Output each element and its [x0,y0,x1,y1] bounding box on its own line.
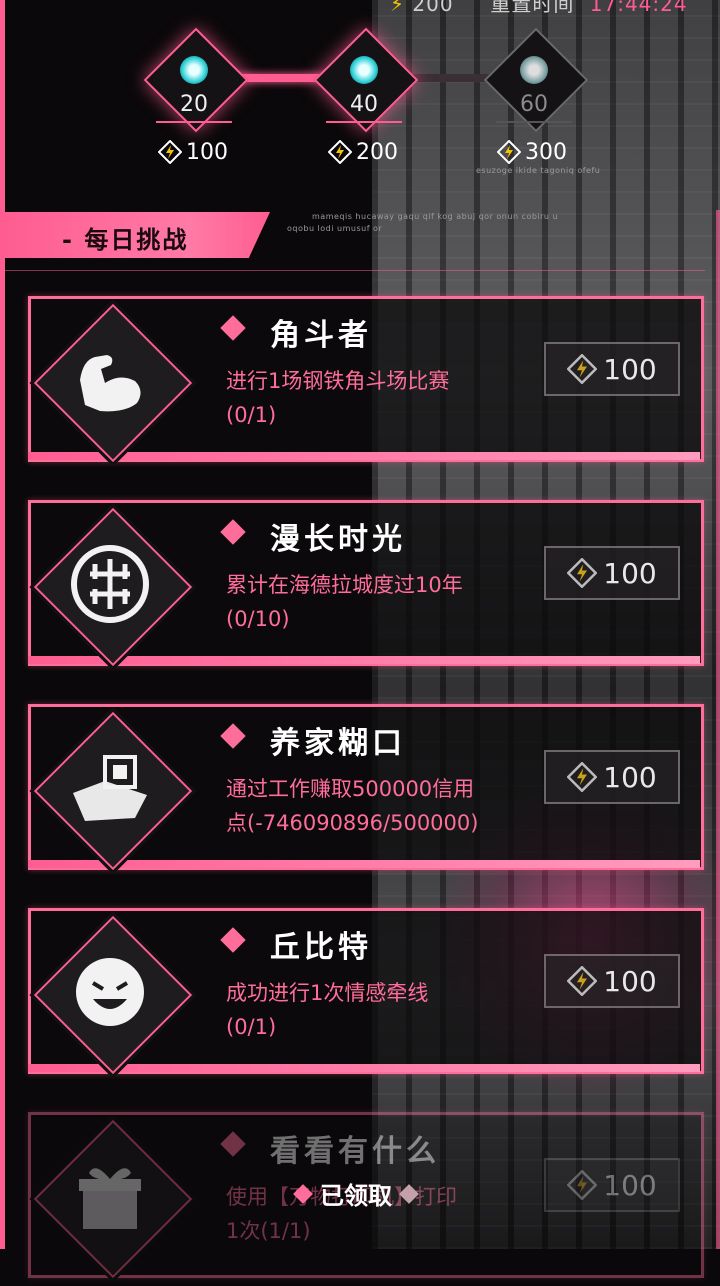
task-card[interactable]: 角斗者 进行1场钢铁角斗场比赛 (0/1) 100 [0,290,720,470]
reward-amount: 100 [603,760,657,794]
milestone-underline [156,121,232,123]
task-reward[interactable]: 100 [544,342,680,396]
task-progress: 点(-746090896/500000) [226,811,479,835]
milestone-60[interactable]: 60 [482,26,589,133]
task-progress: (0/1) [226,403,277,427]
diamond-icon [293,1183,313,1204]
reward-amount: 300 [525,139,567,165]
task-icon-frame [20,902,200,1082]
milestone-value: 20 [180,92,208,117]
reset-label: 重置时间 [490,0,575,16]
task-title: 看看有什么 [270,1134,440,1169]
claimed-label: 已领取 [320,1182,392,1210]
task-progress: (0/10) [226,607,290,631]
task-icon-frame [20,290,200,470]
laughing-face-icon [76,958,144,1026]
bolt-icon [158,140,182,164]
milestone-value: 60 [520,92,548,117]
task-title: 养家糊口 [270,726,406,761]
milestone-value: 40 [350,92,378,117]
task-reward[interactable]: 100 [544,750,680,804]
bolt-icon [567,1170,598,1200]
milestone-reward-3: 300 [497,138,567,166]
task-reward[interactable]: 100 [544,1158,680,1212]
deco-text: esuzoge ikide tagoniq ofefu [476,166,601,175]
deco-text: oqobu lodi umusuf or [287,224,383,233]
bolt-icon [567,762,598,792]
top-bolt-icon: ⚡ [390,0,406,16]
milestone-underline [326,121,402,123]
task-desc-line: 进行1场钢铁角斗场比赛 [226,369,450,393]
task-reward[interactable]: 100 [544,546,680,600]
task-description: 进行1场钢铁角斗场比赛 (0/1) [226,364,526,432]
task-progress: 1次(1/1) [226,1219,311,1243]
bolt-icon [328,140,352,164]
reward-amount: 100 [186,139,228,165]
reward-amount: 200 [356,139,398,165]
reward-amount: 100 [603,1168,657,1202]
milestone-underline [496,121,572,123]
energy-core-icon [520,56,548,84]
reward-amount: 100 [603,556,657,590]
task-reward[interactable]: 100 [544,954,680,1008]
task-title: 角斗者 [270,318,372,353]
section-title: - 每日挑战 [62,226,189,254]
section-divider [5,270,705,271]
task-icon-frame [20,698,200,878]
bolt-icon [567,558,598,588]
task-card[interactable]: 养家糊口 通过工作赚取500000信用 点(-746090896/500000)… [0,698,720,878]
energy-core-icon [180,56,208,84]
deco-text: mameqis hucaway gaqu qif kog abuj qor on… [312,212,559,221]
task-description: 成功进行1次情感牵线 (0/1) [226,976,526,1044]
milestone-reward-2: 200 [328,138,398,166]
task-title: 丘比特 [270,930,372,965]
task-progress: (0/1) [226,1015,277,1039]
longevity-seal-icon [71,545,149,623]
reward-amount: 100 [603,352,657,386]
task-icon-frame [20,494,200,674]
task-card[interactable]: 丘比特 成功进行1次情感牵线 (0/1) 100 [0,902,720,1082]
task-desc-line: 通过工作赚取500000信用 [226,777,475,801]
reset-time: 17:44:24 [589,0,688,16]
milestone-20[interactable]: 20 [142,26,249,133]
reward-amount: 100 [603,964,657,998]
bolt-icon [567,966,598,996]
top-status: ⚡ 200 重置时间 17:44:24 [390,0,688,17]
task-desc-line: 成功进行1次情感牵线 [226,981,429,1005]
top-points: 200 [412,0,454,16]
task-description: 通过工作赚取500000信用 点(-746090896/500000) [226,772,526,840]
diamond-icon [399,1183,419,1204]
chip-card-icon [73,755,147,821]
task-card[interactable]: 漫长时光 累计在海德拉城度过10年 (0/10) 100 [0,494,720,674]
gift-box-icon [79,1168,141,1229]
task-title: 漫长时光 [270,522,406,557]
bolt-icon [497,140,521,164]
task-desc-line: 累计在海德拉城度过10年 [226,573,463,597]
task-icon-frame [20,1106,200,1286]
milestone-reward-1: 100 [158,138,228,166]
claimed-badge: 已领取 [286,1176,426,1211]
task-description: 累计在海德拉城度过10年 (0/10) [226,568,526,636]
bolt-icon [567,354,598,384]
energy-core-icon [350,56,378,84]
muscle-arm-icon [80,355,141,412]
milestone-40[interactable]: 40 [312,26,419,133]
